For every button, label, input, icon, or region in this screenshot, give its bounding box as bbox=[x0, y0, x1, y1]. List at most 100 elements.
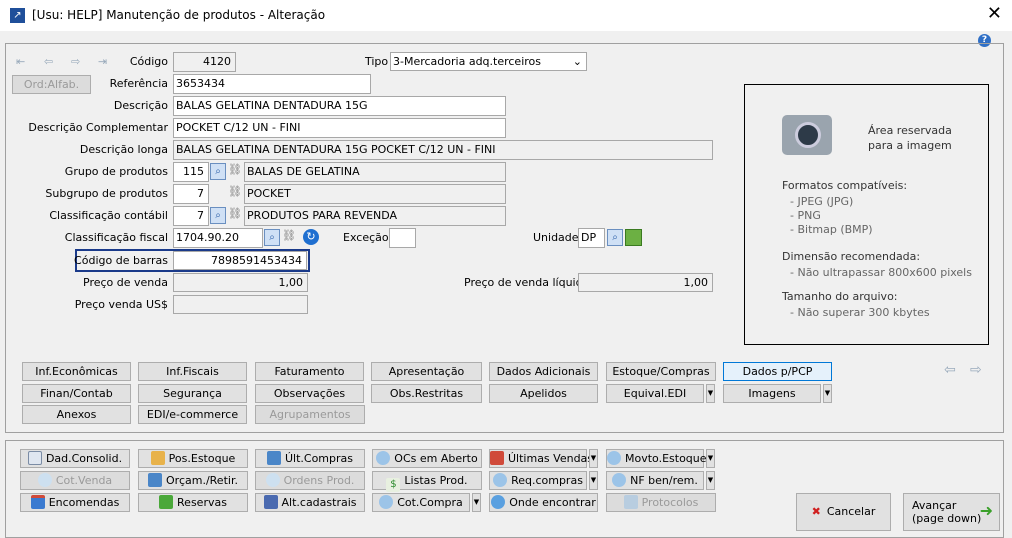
classif-contabil-name-field: PRODUTOS PARA REVENDA bbox=[244, 206, 506, 226]
grupo-label: Grupo de produtos bbox=[64, 165, 168, 178]
search-icon[interactable]: ⌕ bbox=[264, 229, 280, 246]
pos-estoque-button[interactable]: Pos.Estoque bbox=[138, 449, 248, 468]
units-icon[interactable] bbox=[625, 229, 642, 246]
listas-prod-button[interactable]: $ Listas Prod. bbox=[372, 471, 482, 492]
referencia-field[interactable]: 3653434 bbox=[173, 74, 371, 94]
tab-dados-pcp[interactable]: Dados p/PCP bbox=[723, 362, 832, 381]
alt-cadastrais-button[interactable]: Alt.cadastrais bbox=[255, 493, 365, 512]
req-compras-button[interactable]: Req.compras bbox=[489, 471, 587, 490]
tab-finan-contab[interactable]: Finan/Contab bbox=[22, 384, 131, 403]
tab-faturamento[interactable]: Faturamento bbox=[255, 362, 364, 381]
descricao-compl-field[interactable]: POCKET C/12 UN - FINI bbox=[173, 118, 506, 138]
ord-alfab-button[interactable]: Ord:Alfab. bbox=[12, 75, 91, 94]
first-record-icon[interactable]: ⇤ bbox=[16, 55, 25, 68]
cot-venda-button[interactable]: Cot.Venda bbox=[20, 471, 130, 490]
orcam-retir-button[interactable]: Orçam./Retir. bbox=[138, 471, 248, 490]
movto-estoque-dropdown[interactable]: ▼ bbox=[706, 449, 715, 468]
descricao-longa-field[interactable]: BALAS GELATINA DENTADURA 15G POCKET C/12… bbox=[173, 140, 713, 160]
tab-imagens[interactable]: Imagens bbox=[723, 384, 821, 403]
classif-contabil-code-field[interactable]: 7 bbox=[173, 206, 209, 226]
tab-seguranca[interactable]: Segurança bbox=[138, 384, 247, 403]
button-label: Req.compras bbox=[511, 474, 583, 487]
descricao-longa-label: Descrição longa bbox=[79, 143, 168, 156]
descricao-field[interactable]: BALAS GELATINA DENTADURA 15G bbox=[173, 96, 506, 116]
format-jpeg: - JPEG (JPG) bbox=[790, 195, 854, 208]
app-icon: ↗ bbox=[10, 8, 25, 23]
link-icon[interactable]: ⛓ bbox=[228, 185, 242, 198]
reserve-icon bbox=[159, 495, 174, 509]
ordens-prod-button[interactable]: Ordens Prod. bbox=[255, 471, 365, 490]
tab-estoque-compras[interactable]: Estoque/Compras bbox=[606, 362, 716, 381]
next-button[interactable]: Avançar (page down) ➜ bbox=[903, 493, 1000, 531]
search-icon[interactable]: ⌕ bbox=[210, 163, 226, 180]
tab-inf-economicas[interactable]: Inf.Econômicas bbox=[22, 362, 131, 381]
search-icon bbox=[376, 451, 391, 465]
quote-icon bbox=[148, 473, 163, 487]
tab-apresentacao[interactable]: Apresentação bbox=[371, 362, 482, 381]
classif-fiscal-label: Classificação fiscal bbox=[64, 231, 168, 244]
ultimas-vendas-dropdown[interactable]: ▼ bbox=[589, 449, 598, 468]
classif-fiscal-field[interactable]: 1704.90.20 bbox=[173, 228, 263, 248]
next-record-icon[interactable]: ⇨ bbox=[71, 55, 80, 68]
calendar-icon bbox=[30, 495, 45, 509]
excecao-field[interactable] bbox=[389, 228, 416, 248]
search-icon[interactable]: ⌕ bbox=[210, 207, 226, 224]
tipo-select[interactable]: 3-Mercadoria adq.terceiros ⌄ bbox=[390, 52, 587, 71]
unidade-field[interactable]: DP bbox=[578, 228, 605, 248]
title-bar: ↗ [Usu: HELP] Manutenção de produtos - A… bbox=[0, 0, 1012, 31]
link-icon[interactable]: ⛓ bbox=[228, 207, 242, 220]
onde-encontrar-button[interactable]: Onde encontrar bbox=[489, 493, 598, 512]
reservas-button[interactable]: Reservas bbox=[138, 493, 248, 512]
tab-anexos[interactable]: Anexos bbox=[22, 405, 131, 424]
tab-equival-edi[interactable]: Equival.EDI bbox=[606, 384, 704, 403]
cot-compra-button[interactable]: Cot.Compra bbox=[372, 493, 470, 512]
close-icon[interactable]: ✕ bbox=[987, 3, 1002, 24]
tab-inf-fiscais[interactable]: Inf.Fiscais bbox=[138, 362, 247, 381]
ult-compras-button[interactable]: Últ.Compras bbox=[255, 449, 365, 468]
equival-edi-dropdown[interactable]: ▼ bbox=[706, 384, 715, 403]
referencia-label: Referência bbox=[109, 77, 168, 90]
prev-record-icon[interactable]: ⇦ bbox=[44, 55, 53, 68]
tab-agrupamentos[interactable]: Agrupamentos bbox=[255, 405, 365, 424]
cancel-button[interactable]: ✖ Cancelar bbox=[796, 493, 891, 531]
descricao-compl-label: Descrição Complementar bbox=[28, 121, 168, 134]
button-label: Orçam./Retir. bbox=[166, 474, 238, 487]
last-record-icon[interactable]: ⇥ bbox=[98, 55, 107, 68]
preco-usd-field bbox=[173, 295, 308, 314]
search-icon[interactable]: ⌕ bbox=[607, 229, 623, 246]
tab-prev-icon[interactable]: ⇦ bbox=[944, 362, 956, 378]
nf-ben-rem-dropdown[interactable]: ▼ bbox=[706, 471, 715, 490]
preco-venda-field: 1,00 bbox=[173, 273, 308, 292]
ocs-aberto-button[interactable]: OCs em Aberto bbox=[372, 449, 482, 468]
req-compras-dropdown[interactable]: ▼ bbox=[589, 471, 598, 490]
tab-apelidos[interactable]: Apelidos bbox=[489, 384, 598, 403]
tab-observacoes[interactable]: Observações bbox=[255, 384, 364, 403]
button-label: Protocolos bbox=[641, 496, 699, 509]
tab-edi-ecommerce[interactable]: EDI/e-commerce bbox=[138, 405, 247, 424]
refresh-icon[interactable]: ↻ bbox=[303, 229, 319, 245]
button-label: Últ.Compras bbox=[284, 452, 354, 465]
search-icon bbox=[37, 473, 52, 487]
tab-next-icon[interactable]: ⇨ bbox=[970, 362, 982, 378]
dad-consolid-button[interactable]: Dad.Consolid. bbox=[20, 449, 130, 468]
button-label: Dad.Consolid. bbox=[45, 452, 123, 465]
nf-ben-rem-button[interactable]: NF ben/rem. bbox=[606, 471, 704, 490]
link-icon[interactable]: ⛓ bbox=[228, 163, 242, 176]
imagens-dropdown[interactable]: ▼ bbox=[823, 384, 832, 403]
grupo-name-field: BALAS DE GELATINA bbox=[244, 162, 506, 182]
encomendas-button[interactable]: Encomendas bbox=[20, 493, 130, 512]
link-icon[interactable]: ⛓ bbox=[282, 229, 296, 242]
movto-estoque-button[interactable]: Movto.Estoque bbox=[606, 449, 707, 468]
ultimas-vendas-button[interactable]: Últimas Vendas bbox=[489, 449, 593, 468]
unidade-label: Unidade bbox=[533, 231, 579, 244]
image-title-1: Área reservada bbox=[868, 124, 952, 137]
button-label: Listas Prod. bbox=[404, 474, 468, 487]
tab-dados-adicionais[interactable]: Dados Adicionais bbox=[489, 362, 598, 381]
image-drop-area[interactable]: Área reservada para a imagem Formatos co… bbox=[744, 84, 989, 345]
grupo-code-field[interactable]: 115 bbox=[173, 162, 209, 182]
subgrupo-code-field[interactable]: 7 bbox=[173, 184, 209, 204]
codigo-barras-field[interactable]: 7898591453434 bbox=[173, 251, 307, 270]
protocolos-button[interactable]: Protocolos bbox=[606, 493, 716, 512]
tab-obs-restritas[interactable]: Obs.Restritas bbox=[371, 384, 482, 403]
cot-compra-dropdown[interactable]: ▼ bbox=[472, 493, 481, 512]
